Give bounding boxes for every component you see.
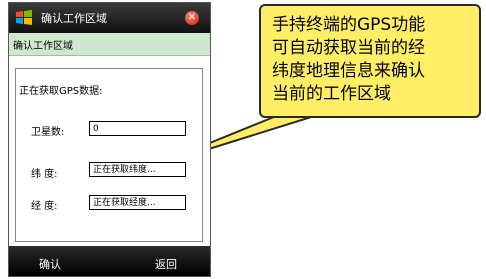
callout-line: 纬度地理信息来确认 <box>272 61 425 81</box>
gps-status-text: 正在获取GPS数据: <box>19 86 103 97</box>
latitude-field[interactable]: 正在获取纬度... <box>89 162 186 177</box>
longitude-label: 经 度: <box>31 201 58 212</box>
section-header: 确认工作区域 <box>9 33 210 56</box>
longitude-field[interactable]: 正在获取经度... <box>89 195 186 210</box>
latitude-label: 纬 度: <box>31 169 58 180</box>
satellites-field[interactable]: 0 <box>89 121 186 136</box>
content-area: 正在获取GPS数据: 卫星数: 0 纬 度: 正在获取纬度... 经 度: 正在… <box>9 56 210 246</box>
window-title: 确认工作区域 <box>41 12 107 25</box>
softkey-bar: 确认 返回 <box>9 246 210 276</box>
device-window: 确认工作区域 ✕ 确认工作区域 正在获取GPS数据: 卫星数: 0 纬 度: 正… <box>8 2 211 277</box>
callout-line: 手持终端的GPS功能 <box>272 15 426 35</box>
windows-logo-icon[interactable] <box>15 9 33 27</box>
callout-line: 可自动获取当前的经 <box>272 38 425 58</box>
back-softkey[interactable]: 返回 <box>155 256 177 272</box>
section-heading: 确认工作区域 <box>13 41 73 52</box>
callout-text: 手持终端的GPS功能 可自动获取当前的经 纬度地理信息来确认 当前的工作区域 <box>272 14 474 106</box>
callout-line: 当前的工作区域 <box>272 84 391 104</box>
satellites-label: 卫星数: <box>31 127 65 138</box>
close-icon[interactable]: ✕ <box>185 11 199 25</box>
confirm-softkey[interactable]: 确认 <box>39 256 61 272</box>
title-bar: 确认工作区域 ✕ <box>9 3 210 33</box>
